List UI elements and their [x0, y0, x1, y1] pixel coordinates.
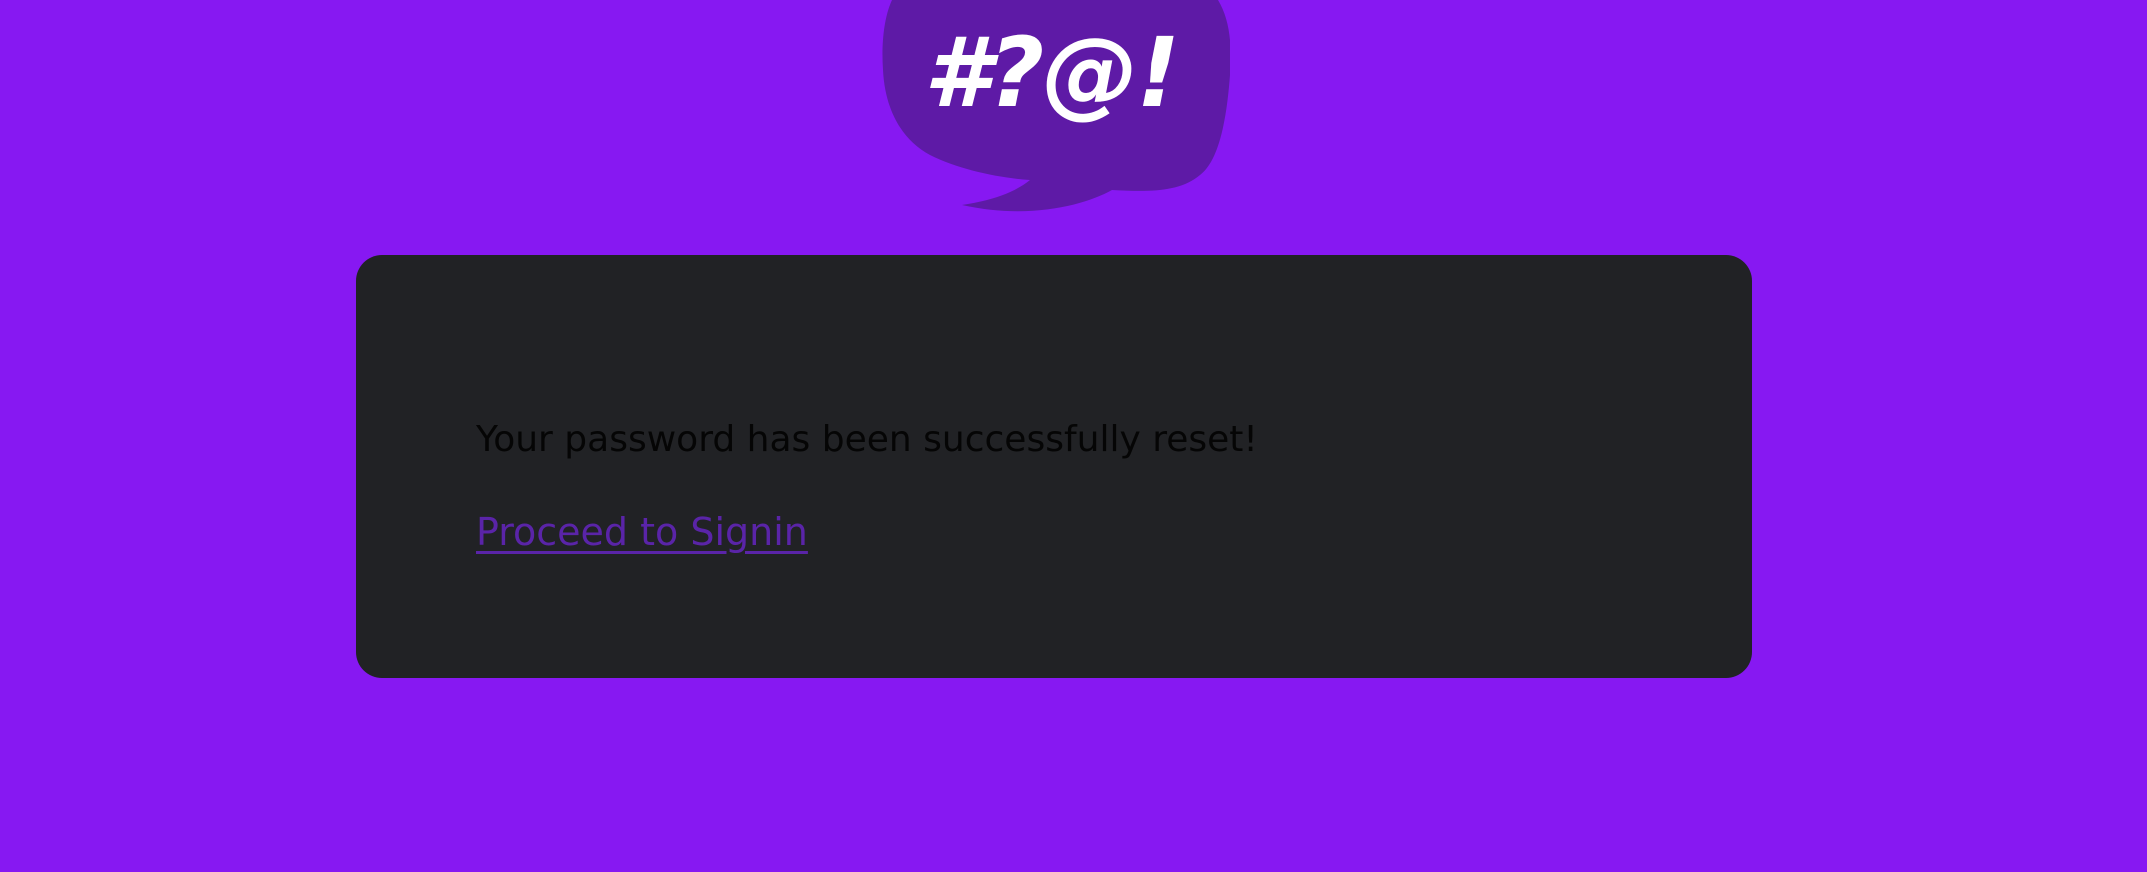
site-logo: #?@! [880, 0, 1230, 215]
logo-text: #?@! [923, 17, 1180, 129]
confirmation-card: Your password has been successfully rese… [356, 255, 1752, 678]
success-message: Your password has been successfully rese… [476, 419, 1258, 460]
proceed-to-signin-link[interactable]: Proceed to Signin [476, 510, 808, 556]
